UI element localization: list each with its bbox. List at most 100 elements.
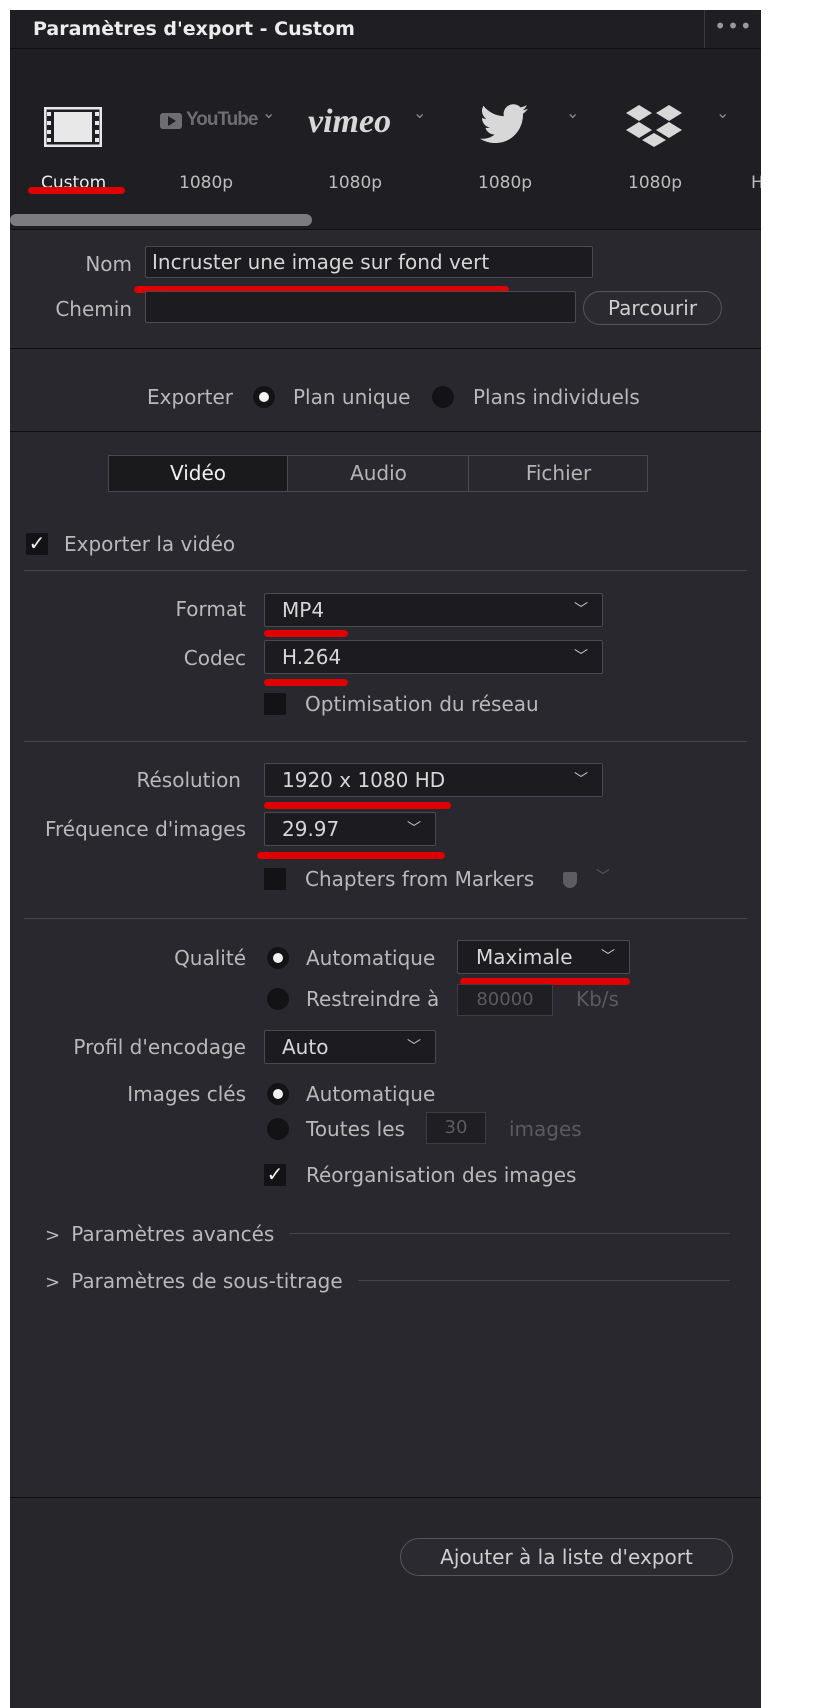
- youtube-logo: [160, 113, 182, 129]
- radio-quality-limit[interactable]: [267, 988, 289, 1010]
- chevron-down-icon: ⌄: [716, 103, 730, 122]
- marker-icon: [563, 872, 577, 888]
- single-clip-label: Plan unique: [293, 385, 411, 409]
- chevron-down-icon: ﹀: [574, 772, 588, 788]
- chevron-down-icon: ⌄: [262, 103, 276, 122]
- encoding-profile-dropdown[interactable]: Auto ﹀: [264, 1030, 436, 1064]
- twitter-bird-icon: [480, 104, 528, 143]
- footer: [10, 1498, 761, 1708]
- preset-youtube[interactable]: YouTube ⌄ 1080p: [150, 49, 300, 229]
- individual-clips-label: Plans individuels: [473, 385, 640, 409]
- subtitle-settings-toggle[interactable]: > Paramètres de sous-titrage: [45, 1269, 343, 1293]
- divider: [10, 348, 761, 349]
- ellipsis-icon[interactable]: •••: [704, 10, 761, 48]
- export-video-checkbox[interactable]: ✓: [26, 533, 48, 555]
- quality-limit-label: Restreindre à: [306, 987, 440, 1011]
- framerate-dropdown[interactable]: 29.97 ﹀: [264, 812, 436, 846]
- resolution-dropdown[interactable]: 1920 x 1080 HD ﹀: [264, 763, 603, 797]
- codec-dropdown[interactable]: H.264 ﹀: [264, 640, 603, 674]
- preset-custom[interactable]: Custom: [10, 49, 150, 229]
- preset-label: 1080p: [478, 173, 533, 193]
- vimeo-logo: vimeo: [308, 103, 392, 140]
- bitrate-unit: Kb/s: [576, 987, 619, 1011]
- radio-quality-auto[interactable]: [267, 947, 289, 969]
- annotation-underline: [264, 802, 451, 809]
- annotation-underline: [264, 630, 348, 637]
- preset-vimeo[interactable]: vimeo ⌄ 1080p: [300, 49, 450, 229]
- quality-value: Maximale: [476, 945, 573, 969]
- radio-single-clip[interactable]: [253, 386, 275, 408]
- keyframes-interval-input[interactable]: 30: [426, 1112, 486, 1144]
- panel-title: Paramètres d'export - Custom: [33, 18, 355, 40]
- format-label: Format: [175, 597, 246, 621]
- separator: [24, 570, 747, 571]
- settings-tabs: Vidéo Audio Fichier: [108, 455, 648, 492]
- chapters-checkbox[interactable]: [264, 868, 286, 890]
- preset-twitter[interactable]: ⌄ 1080p: [450, 49, 600, 229]
- radio-individual-clips[interactable]: [432, 386, 454, 408]
- quality-label: Qualité: [174, 946, 246, 970]
- export-settings-panel: Paramètres d'export - Custom ••• Custom …: [10, 10, 761, 1708]
- codec-label: Codec: [183, 646, 246, 670]
- chevron-down-icon: ﹀: [407, 1039, 421, 1055]
- preset-scrollbar[interactable]: [10, 214, 312, 226]
- resolution-value: 1920 x 1080 HD: [282, 768, 446, 792]
- browse-button[interactable]: Parcourir: [583, 291, 722, 325]
- chevron-down-icon: ﹀: [596, 869, 610, 885]
- export-mode-label: Exporter: [147, 385, 233, 409]
- frame-reorder-checkbox[interactable]: ✓: [264, 1164, 286, 1186]
- keyframes-every-label: Toutes les: [306, 1117, 405, 1141]
- framerate-label: Fréquence d'images: [44, 817, 246, 841]
- framerate-value: 29.97: [282, 817, 340, 841]
- keyframes-auto-label: Automatique: [306, 1082, 436, 1106]
- annotation-underline: [257, 852, 445, 859]
- preset-label: 1080p: [628, 173, 683, 193]
- separator: [289, 1233, 730, 1234]
- radio-keyframes-every[interactable]: [267, 1118, 289, 1140]
- advanced-settings-toggle[interactable]: > Paramètres avancés: [45, 1222, 274, 1246]
- annotation-underline: [28, 187, 125, 194]
- quality-auto-label: Automatique: [306, 946, 436, 970]
- network-optimization-checkbox[interactable]: [264, 693, 286, 715]
- name-label: Nom: [85, 252, 132, 276]
- resolution-label: Résolution: [136, 768, 241, 792]
- format-value: MP4: [282, 598, 325, 622]
- chapters-label: Chapters from Markers: [305, 867, 535, 891]
- encoding-profile-label: Profil d'encodage: [73, 1035, 246, 1059]
- radio-keyframes-auto[interactable]: [267, 1083, 289, 1105]
- export-video-label: Exporter la vidéo: [64, 532, 236, 556]
- advanced-settings-label: Paramètres avancés: [71, 1222, 275, 1246]
- preset-strip: Custom YouTube ⌄ 1080p vimeo ⌄ 1080p ⌄ 1…: [10, 49, 761, 229]
- chevron-down-icon: ﹀: [574, 649, 588, 665]
- preset-dropbox[interactable]: ⌄ 1080p: [600, 49, 750, 229]
- tab-video[interactable]: Vidéo: [109, 456, 287, 491]
- path-input[interactable]: [145, 291, 576, 323]
- format-dropdown[interactable]: MP4 ﹀: [264, 593, 603, 627]
- keyframes-unit: images: [509, 1117, 582, 1141]
- encoding-profile-value: Auto: [282, 1035, 329, 1059]
- network-optimization-label: Optimisation du réseau: [305, 692, 539, 716]
- annotation-underline: [264, 679, 348, 686]
- separator: [24, 918, 747, 919]
- codec-value: H.264: [282, 645, 342, 669]
- preset-label: 1080p: [328, 173, 383, 193]
- add-to-render-queue-button[interactable]: Ajouter à la liste d'export: [400, 1538, 733, 1576]
- tab-file[interactable]: Fichier: [468, 456, 648, 491]
- bitrate-input[interactable]: 80000: [457, 984, 553, 1016]
- frame-reorder-label: Réorganisation des images: [306, 1163, 577, 1187]
- youtube-logo-text: YouTube: [186, 109, 258, 130]
- preset-next[interactable]: H: [750, 49, 761, 229]
- separator: [358, 1280, 730, 1281]
- name-input[interactable]: Incruster une image sur fond vert: [145, 246, 593, 278]
- quality-dropdown[interactable]: Maximale ﹀: [457, 940, 630, 974]
- chevron-down-icon: ⌄: [566, 103, 580, 122]
- path-label: Chemin: [55, 297, 132, 321]
- chevron-down-icon: ﹀: [407, 821, 421, 837]
- subtitle-settings-label: Paramètres de sous-titrage: [71, 1269, 343, 1293]
- divider: [10, 229, 761, 230]
- title-bar: Paramètres d'export - Custom •••: [10, 10, 761, 49]
- chevron-down-icon: ﹀: [574, 602, 588, 618]
- divider: [10, 431, 761, 432]
- chevron-right-icon: >: [45, 1225, 61, 1246]
- tab-audio[interactable]: Audio: [287, 456, 469, 491]
